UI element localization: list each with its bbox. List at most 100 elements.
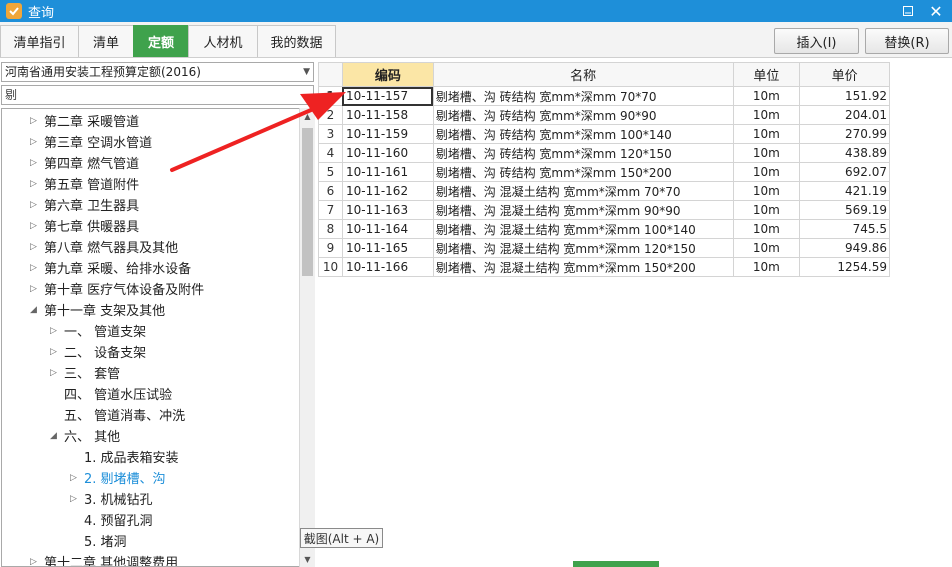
tree-expand-icon[interactable]: ▷ <box>70 473 84 483</box>
tree-item[interactable]: ▷ 三、 套管 <box>50 362 120 383</box>
tab-my-data[interactable]: 我的数据 <box>257 25 336 57</box>
unit-cell[interactable]: 10m <box>732 181 801 201</box>
code-cell[interactable]: 10-11-158 <box>341 105 434 125</box>
tree-collapse-icon[interactable]: ◢ <box>50 431 64 441</box>
minimize-icon[interactable] <box>894 0 922 22</box>
tree-item[interactable]: ▷ 第六章 卫生器具 <box>30 194 139 215</box>
tree-item[interactable]: 5. 堵洞 <box>84 530 127 551</box>
tree-item[interactable]: 4. 预留孔洞 <box>84 509 153 530</box>
tree-expand-icon[interactable]: ▷ <box>70 494 84 504</box>
unit-cell[interactable]: 10m <box>732 124 801 144</box>
tree-item[interactable]: 五、 管道消毒、冲洗 <box>64 404 185 425</box>
name-cell[interactable]: 剔堵槽、沟 混凝土结构 宽mm*深mm 120*150 <box>432 238 734 258</box>
price-cell[interactable]: 692.07 <box>799 162 890 182</box>
tree-item[interactable]: ▷ 第八章 燃气器具及其他 <box>30 236 178 257</box>
tab-bill[interactable]: 清单 <box>78 25 134 57</box>
tree-item[interactable]: ▷ 第二章 采暖管道 <box>30 110 139 131</box>
tree-item[interactable]: ▷ 第十章 医疗气体设备及附件 <box>30 278 204 299</box>
table-row[interactable]: 5 10-11-161 剔堵槽、沟 砖结构 宽mm*深mm 150*200 10… <box>318 162 890 182</box>
unit-cell[interactable]: 10m <box>732 257 801 277</box>
close-icon[interactable]: ✕ <box>922 0 950 22</box>
price-cell[interactable]: 1254.59 <box>799 257 890 277</box>
name-cell[interactable]: 剔堵槽、沟 砖结构 宽mm*深mm 90*90 <box>432 105 734 125</box>
unit-cell[interactable]: 10m <box>732 162 801 182</box>
name-cell[interactable]: 剔堵槽、沟 混凝土结构 宽mm*深mm 100*140 <box>432 219 734 239</box>
price-column-header[interactable]: 单价 <box>799 62 890 87</box>
price-cell[interactable]: 421.19 <box>799 181 890 201</box>
tree-expand-icon[interactable]: ▷ <box>30 242 44 252</box>
name-cell[interactable]: 剔堵槽、沟 砖结构 宽mm*深mm 150*200 <box>432 162 734 182</box>
unit-cell[interactable]: 10m <box>732 219 801 239</box>
code-cell[interactable]: 10-11-161 <box>341 162 434 182</box>
tree-item[interactable]: ▷ 第三章 空调水管道 <box>30 131 152 152</box>
tree-expand-icon[interactable]: ▷ <box>30 200 44 210</box>
price-cell[interactable]: 949.86 <box>799 238 890 258</box>
code-cell[interactable]: 10-11-160 <box>341 143 434 163</box>
table-row[interactable]: 1 10-11-157 剔堵槽、沟 砖结构 宽mm*深mm 70*70 10m … <box>318 86 890 106</box>
code-cell[interactable]: 10-11-164 <box>341 219 434 239</box>
table-row[interactable]: 9 10-11-165 剔堵槽、沟 混凝土结构 宽mm*深mm 120*150 … <box>318 238 890 258</box>
code-cell[interactable]: 10-11-166 <box>341 257 434 277</box>
tree-expand-icon[interactable]: ▷ <box>50 368 64 378</box>
name-cell[interactable]: 剔堵槽、沟 砖结构 宽mm*深mm 70*70 <box>432 86 734 106</box>
tree-item[interactable]: 1. 成品表箱安装 <box>84 446 179 467</box>
name-cell[interactable]: 剔堵槽、沟 混凝土结构 宽mm*深mm 150*200 <box>432 257 734 277</box>
price-cell[interactable]: 204.01 <box>799 105 890 125</box>
unit-cell[interactable]: 10m <box>732 238 801 258</box>
chevron-down-icon[interactable]: ▼ <box>303 63 310 81</box>
name-cell[interactable]: 剔堵槽、沟 混凝土结构 宽mm*深mm 70*70 <box>432 181 734 201</box>
table-row[interactable]: 6 10-11-162 剔堵槽、沟 混凝土结构 宽mm*深mm 70*70 10… <box>318 181 890 201</box>
table-row[interactable]: 7 10-11-163 剔堵槽、沟 混凝土结构 宽mm*深mm 90*90 10… <box>318 200 890 220</box>
tree-item[interactable]: ▷ 二、 设备支架 <box>50 341 146 362</box>
code-cell[interactable]: 10-11-165 <box>341 238 434 258</box>
tree-item[interactable]: ▷ 第五章 管道附件 <box>30 173 139 194</box>
unit-cell[interactable]: 10m <box>732 200 801 220</box>
price-cell[interactable]: 569.19 <box>799 200 890 220</box>
table-row[interactable]: 8 10-11-164 剔堵槽、沟 混凝土结构 宽mm*深mm 100*140 … <box>318 219 890 239</box>
insert-button[interactable]: 插入(I) <box>774 28 859 54</box>
price-cell[interactable]: 151.92 <box>799 86 890 106</box>
scrollbar-thumb[interactable] <box>302 128 313 276</box>
tree-item[interactable]: ▷ 第七章 供暖器具 <box>30 215 139 236</box>
code-column-header[interactable]: 编码 <box>341 62 434 87</box>
table-row[interactable]: 3 10-11-159 剔堵槽、沟 砖结构 宽mm*深mm 100*140 10… <box>318 124 890 144</box>
tree-item[interactable]: ◢ 第十一章 支架及其他 <box>30 299 165 320</box>
name-cell[interactable]: 剔堵槽、沟 砖结构 宽mm*深mm 100*140 <box>432 124 734 144</box>
tab-quota[interactable]: 定额 <box>133 25 189 57</box>
unit-cell[interactable]: 10m <box>732 143 801 163</box>
tree-expand-icon[interactable]: ▷ <box>30 557 44 567</box>
tree-item[interactable]: ▷ 第四章 燃气管道 <box>30 152 139 173</box>
tree-item[interactable]: ◢ 六、 其他 <box>50 425 120 446</box>
tree-item[interactable]: ▷ 第十二章 其他调整费用 <box>30 551 178 567</box>
tree-item[interactable]: ▷ 3. 机械钻孔 <box>70 488 153 509</box>
code-cell[interactable]: 10-11-162 <box>341 181 434 201</box>
table-row[interactable]: 4 10-11-160 剔堵槽、沟 砖结构 宽mm*深mm 120*150 10… <box>318 143 890 163</box>
tree-expand-icon[interactable]: ▷ <box>30 284 44 294</box>
tree-expand-icon[interactable]: ▷ <box>50 347 64 357</box>
tree-expand-icon[interactable]: ▷ <box>30 158 44 168</box>
name-cell[interactable]: 剔堵槽、沟 混凝土结构 宽mm*深mm 90*90 <box>432 200 734 220</box>
unit-cell[interactable]: 10m <box>732 86 801 106</box>
tree-item-selected[interactable]: ▷ 2. 剔堵槽、沟 <box>70 467 166 488</box>
tree-expand-icon[interactable]: ▷ <box>30 221 44 231</box>
tree-item[interactable]: ▷ 第九章 采暖、给排水设备 <box>30 257 191 278</box>
tree-item[interactable]: ▷ 一、 管道支架 <box>50 320 146 341</box>
scroll-down-icon[interactable]: ▼ <box>300 551 315 567</box>
tab-labor-materials[interactable]: 人材机 <box>188 25 258 57</box>
tab-bill-guide[interactable]: 清单指引 <box>0 25 79 57</box>
tree-expand-icon[interactable]: ▷ <box>30 137 44 147</box>
name-column-header[interactable]: 名称 <box>432 62 734 87</box>
price-cell[interactable]: 745.5 <box>799 219 890 239</box>
price-cell[interactable]: 270.99 <box>799 124 890 144</box>
search-input[interactable]: 剔 <box>1 85 314 105</box>
tree-collapse-icon[interactable]: ◢ <box>30 305 44 315</box>
table-row[interactable]: 10 10-11-166 剔堵槽、沟 混凝土结构 宽mm*深mm 150*200… <box>318 257 890 277</box>
quota-library-dropdown[interactable]: 河南省通用安装工程预算定额(2016) ▼ <box>1 62 314 82</box>
tree-expand-icon[interactable]: ▷ <box>30 116 44 126</box>
scroll-up-icon[interactable]: ▲ <box>300 108 315 124</box>
tree-expand-icon[interactable]: ▷ <box>30 179 44 189</box>
tree-scrollbar[interactable]: ▲ ▼ <box>299 108 315 567</box>
replace-button[interactable]: 替换(R) <box>865 28 949 54</box>
code-cell[interactable]: 10-11-157 <box>341 86 434 106</box>
tree-item[interactable]: 四、 管道水压试验 <box>64 383 172 404</box>
